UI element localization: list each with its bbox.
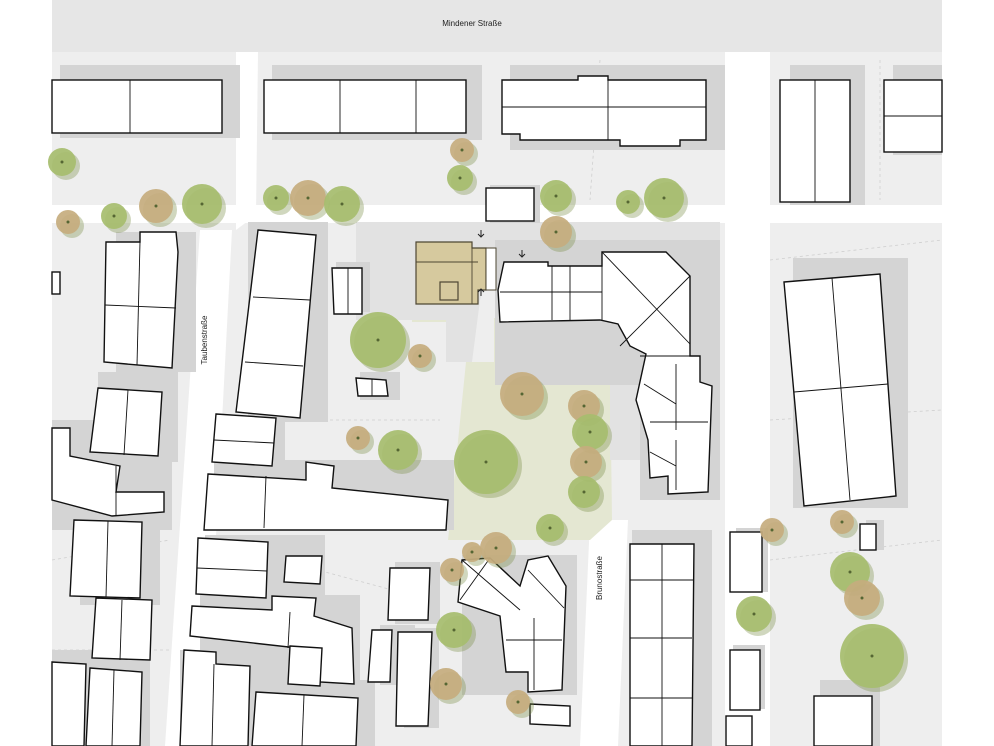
tree-trunk-dot	[554, 194, 558, 198]
tree-trunk-dot	[112, 214, 116, 218]
tree-trunk-dot	[470, 550, 474, 554]
building	[263, 79, 467, 134]
tree-trunk-dot	[548, 526, 552, 530]
street-label-bruno: Brunostraße	[595, 555, 604, 600]
building	[387, 567, 431, 621]
street-label-tauben: Taubenstraße	[200, 315, 209, 364]
building	[51, 79, 223, 134]
building	[251, 691, 359, 746]
building	[367, 629, 393, 683]
tree-trunk-dot	[458, 176, 462, 180]
tree-trunk-dot	[274, 196, 278, 200]
tree-trunk-dot	[66, 220, 70, 224]
tree-trunk-dot	[588, 430, 592, 434]
tree-trunk-dot	[340, 202, 344, 206]
tree-trunk-dot	[582, 490, 586, 494]
building	[783, 273, 897, 507]
tree-trunk-dot	[460, 148, 464, 152]
tree-trunk-dot	[770, 528, 774, 532]
building	[51, 271, 61, 295]
tree-trunk-dot	[154, 204, 158, 208]
building	[529, 703, 571, 727]
tree-trunk-dot	[484, 460, 488, 464]
tree-trunk-dot	[870, 654, 874, 658]
tree-trunk-dot	[444, 682, 448, 686]
tree-trunk-dot	[662, 196, 666, 200]
building	[283, 555, 323, 585]
building	[501, 75, 707, 147]
tree-trunk-dot	[516, 700, 520, 704]
tree-trunk-dot	[60, 160, 64, 164]
street-label-mindener: Mindener Straße	[442, 19, 502, 28]
tree-trunk-dot	[450, 568, 454, 572]
building	[725, 715, 753, 746]
tree-trunk-dot	[396, 448, 400, 452]
building	[395, 631, 433, 727]
building	[103, 231, 179, 369]
building	[729, 531, 763, 593]
tree-trunk-dot	[840, 520, 844, 524]
building	[287, 645, 323, 687]
building	[331, 267, 363, 315]
right-street	[725, 52, 770, 746]
tree-trunk-dot	[376, 338, 380, 342]
tree-trunk-dot	[306, 196, 310, 200]
building	[485, 187, 535, 222]
building	[729, 649, 761, 711]
tree-trunk-dot	[554, 230, 558, 234]
tree-trunk-dot	[494, 546, 498, 550]
tree-trunk-dot	[582, 404, 586, 408]
building	[813, 695, 873, 746]
tree-trunk-dot	[452, 628, 456, 632]
tree-trunk-dot	[860, 596, 864, 600]
tree-trunk-dot	[752, 612, 756, 616]
tree-trunk-dot	[584, 460, 588, 464]
building	[859, 523, 877, 551]
tree-trunk-dot	[200, 202, 204, 206]
tree-trunk-dot	[626, 200, 630, 204]
tree-trunk-dot	[356, 436, 360, 440]
tree-trunk-dot	[418, 354, 422, 358]
building	[51, 661, 87, 746]
site-plan-map: Mindener Straße Taubenstraße Brunostraße	[48, 0, 943, 746]
tree-trunk-dot	[848, 570, 852, 574]
tree-trunk-dot	[520, 392, 524, 396]
